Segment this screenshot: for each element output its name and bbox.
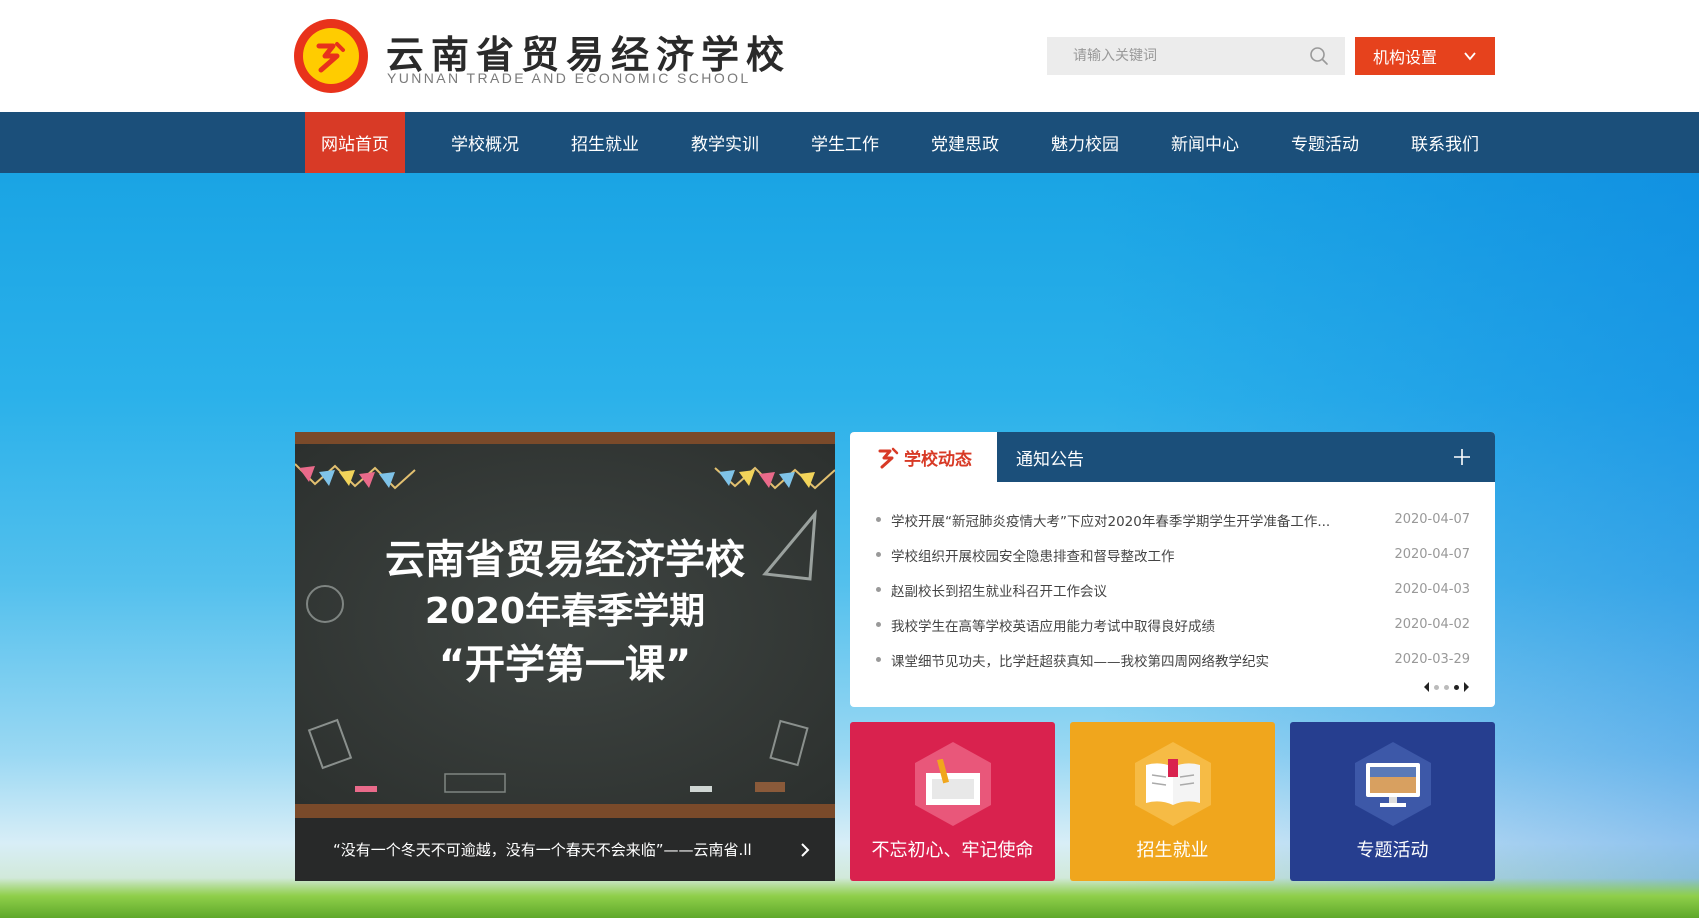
news-pager: [1424, 682, 1469, 692]
school-name-en: YUNNAN TRADE AND ECONOMIC SCHOOL: [387, 70, 751, 86]
nav-item-contact[interactable]: 联系我们: [1385, 112, 1505, 173]
org-settings-label: 机构设置: [1373, 48, 1438, 67]
school-mark-icon: [878, 447, 899, 469]
card-admissions[interactable]: 招生就业: [1070, 722, 1275, 881]
news-date: 2020-04-03: [1394, 582, 1470, 597]
card-hex: [915, 742, 991, 826]
list-item[interactable]: 课堂细节见功夫，比学赶超获真知——我校第四周网络教学纪实 2020-03-29: [876, 642, 1470, 677]
bullet-icon: [876, 517, 881, 522]
search-icon[interactable]: [1309, 46, 1329, 66]
nav-item-home[interactable]: 网站首页: [305, 112, 405, 173]
tab-notices[interactable]: 通知公告: [1016, 432, 1084, 482]
school-logo-icon[interactable]: [294, 19, 368, 93]
pager-dot-active[interactable]: [1454, 684, 1459, 690]
news-date: 2020-04-07: [1394, 512, 1470, 527]
nav-item-admissions[interactable]: 招生就业: [545, 112, 665, 173]
pager-prev-icon[interactable]: [1424, 682, 1429, 692]
list-item[interactable]: 学校开展“新冠肺炎疫情大考”下应对2020年春季学期学生开学准备工作... 20…: [876, 502, 1470, 537]
news-date: 2020-03-29: [1394, 652, 1470, 667]
open-book-icon: [1146, 759, 1200, 805]
card-topics[interactable]: 专题活动: [1290, 722, 1495, 881]
card-party-mission[interactable]: 不忘初心、牢记使命: [850, 722, 1055, 881]
pager-next-icon[interactable]: [1464, 682, 1469, 692]
nav-item-party[interactable]: 党建思政: [905, 112, 1025, 173]
chevron-down-icon: [1464, 52, 1476, 61]
list-item[interactable]: 赵副校长到招生就业科召开工作会议 2020-04-03: [876, 572, 1470, 607]
nav-list: 网站首页 学校概况 招生就业 教学实训 学生工作 党建思政 魅力校园 新闻中心 …: [305, 112, 1505, 173]
tab-school-news-label: 学校动态: [904, 449, 972, 470]
slide-caption-text: “没有一个冬天不可逾越，没有一个春天不会来临”——云南省.ll: [333, 841, 752, 859]
main-nav: 网站首页 学校概况 招生就业 教学实训 学生工作 党建思政 魅力校园 新闻中心 …: [0, 112, 1699, 173]
slide-line-2: 2020年春季学期: [424, 591, 706, 632]
board-pen-icon: [926, 759, 980, 805]
nav-item-news[interactable]: 新闻中心: [1145, 112, 1265, 173]
search-bar: [1047, 37, 1345, 75]
news-panel: 学校动态 通知公告 学校开展“新冠肺炎疫情大考”下应对2020年春季学期学生开学…: [850, 432, 1495, 707]
board-frame-bottom: [295, 804, 835, 818]
news-title: 我校学生在高等学校英语应用能力考试中取得良好成绩: [891, 618, 1215, 635]
list-item[interactable]: 我校学生在高等学校英语应用能力考试中取得良好成绩 2020-04-02: [876, 607, 1470, 642]
news-date: 2020-04-02: [1394, 617, 1470, 632]
tab-school-news[interactable]: 学校动态: [850, 432, 997, 482]
card-hex: [1135, 742, 1211, 826]
nav-item-topics[interactable]: 专题活动: [1265, 112, 1385, 173]
bullet-icon: [876, 657, 881, 662]
news-title: 赵副校长到招生就业科召开工作会议: [891, 583, 1107, 600]
logo-mark-icon: [316, 42, 345, 73]
grass-decoration: [0, 878, 1699, 918]
school-logo-inner: [303, 28, 359, 84]
nav-item-overview[interactable]: 学校概况: [425, 112, 545, 173]
news-slideshow[interactable]: 云南省贸易经济学校 2020年春季学期 “开学第一课” “没有一个冬天不可逾越，…: [295, 432, 835, 881]
monitor-icon: [1366, 763, 1420, 807]
bullet-icon: [876, 587, 881, 592]
list-item[interactable]: 学校组织开展校园安全隐患排查和督导整改工作 2020-04-07: [876, 537, 1470, 572]
news-title: 课堂细节见功夫，比学赶超获真知——我校第四周网络教学纪实: [891, 653, 1269, 670]
news-list: 学校开展“新冠肺炎疫情大考”下应对2020年春季学期学生开学准备工作... 20…: [876, 502, 1470, 677]
card-label: 不忘初心、牢记使命: [871, 840, 1034, 861]
card-hex: [1355, 742, 1431, 826]
nav-item-teaching[interactable]: 教学实训: [665, 112, 785, 173]
slide-caption[interactable]: “没有一个冬天不可逾越，没有一个春天不会来临”——云南省.ll: [295, 818, 835, 881]
board-frame-top: [295, 432, 835, 444]
site-header: 云南省贸易经济学校 YUNNAN TRADE AND ECONOMIC SCHO…: [0, 0, 1699, 112]
card-label: 专题活动: [1356, 840, 1429, 861]
nav-item-students[interactable]: 学生工作: [785, 112, 905, 173]
slide-line-3: “开学第一课”: [438, 642, 692, 688]
tab-notices-label: 通知公告: [1016, 449, 1084, 470]
bullet-icon: [876, 622, 881, 627]
card-label: 招生就业: [1136, 840, 1209, 861]
news-title: 学校开展“新冠肺炎疫情大考”下应对2020年春季学期学生开学准备工作...: [891, 513, 1331, 530]
news-tabs: 学校动态 通知公告: [850, 432, 1495, 482]
more-plus-icon[interactable]: [1453, 448, 1471, 466]
news-date: 2020-04-07: [1394, 547, 1470, 562]
nav-item-campus[interactable]: 魅力校园: [1025, 112, 1145, 173]
org-settings-button[interactable]: 机构设置: [1355, 37, 1495, 75]
bullet-icon: [876, 552, 881, 557]
slide-line-1: 云南省贸易经济学校: [385, 537, 745, 583]
chevron-right-icon[interactable]: [799, 842, 811, 858]
search-input[interactable]: [1073, 48, 1293, 64]
news-title: 学校组织开展校园安全隐患排查和督导整改工作: [891, 548, 1175, 565]
pager-dot[interactable]: [1444, 684, 1449, 690]
pager-dot[interactable]: [1434, 684, 1439, 690]
